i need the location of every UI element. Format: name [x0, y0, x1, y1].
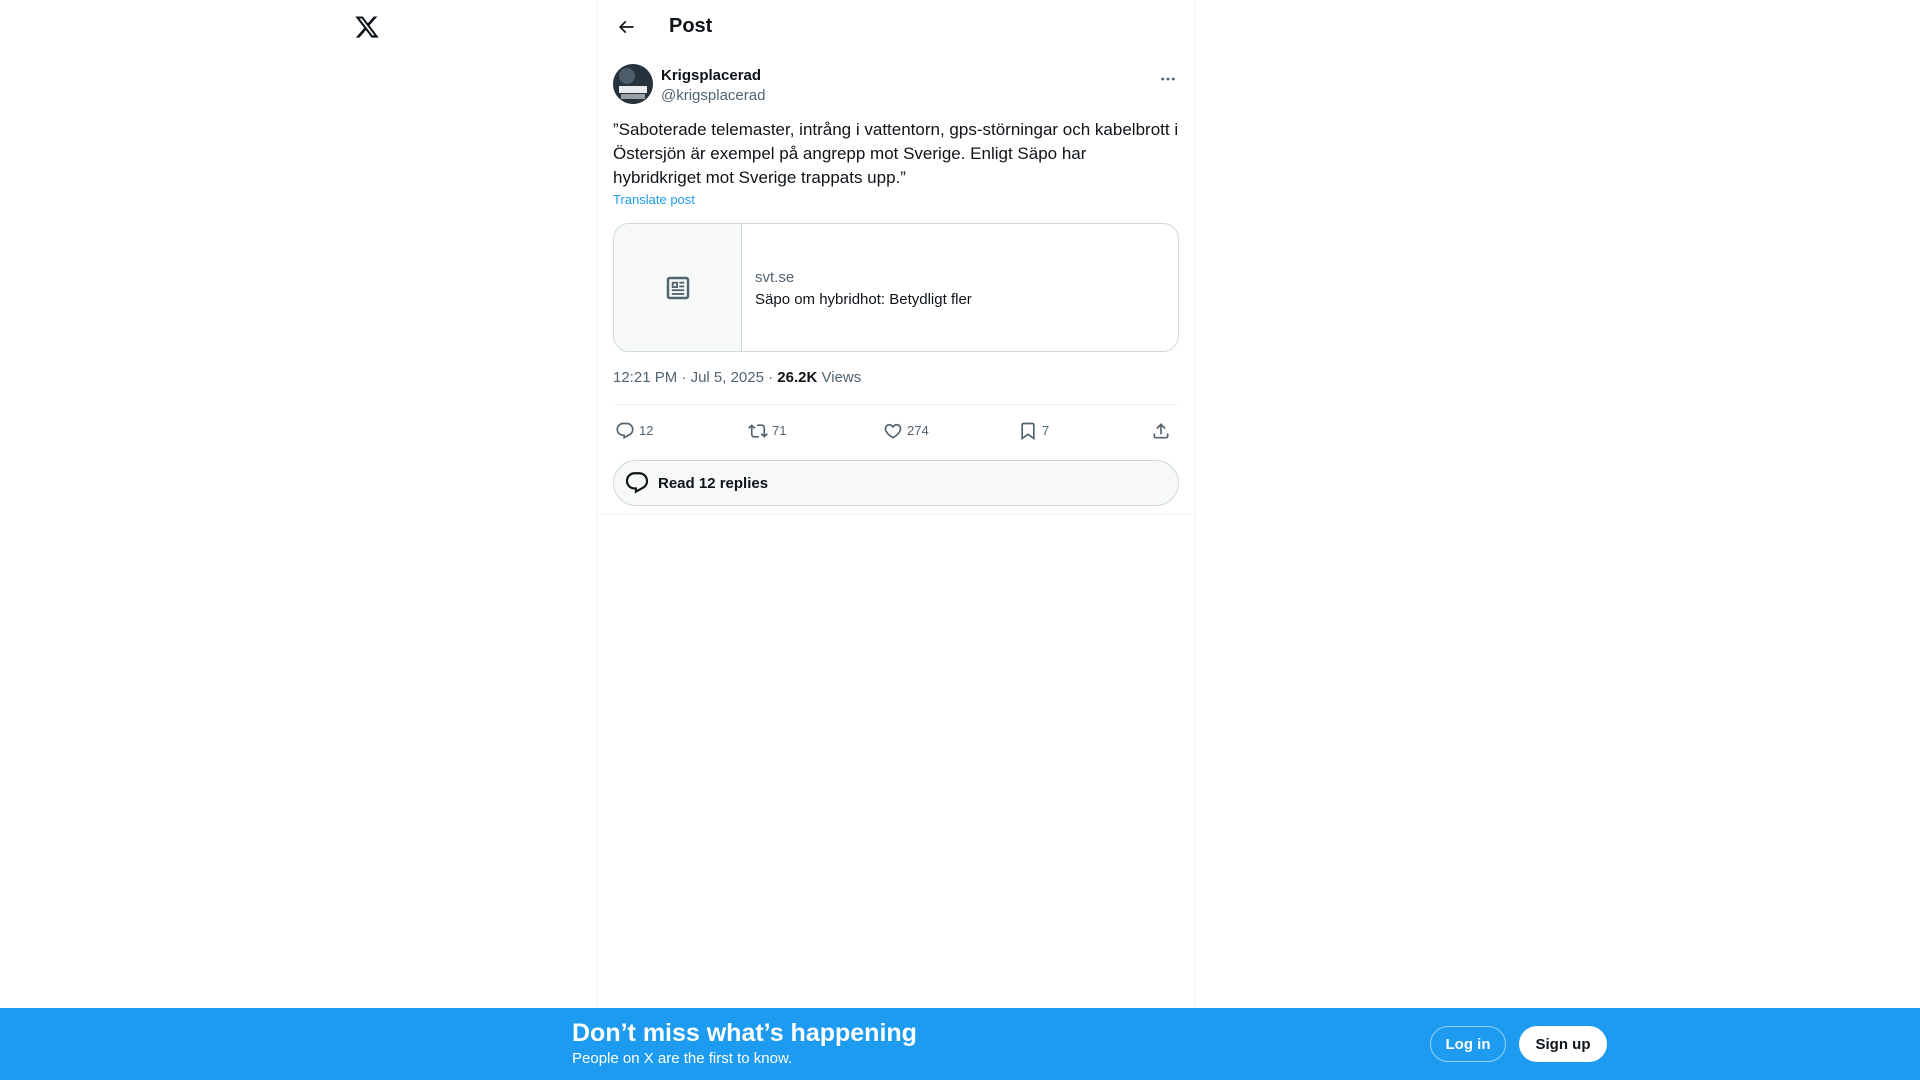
post-date[interactable]: Jul 5, 2025 [691, 369, 764, 386]
page-title: Post [669, 15, 713, 37]
like-button[interactable]: 274 [883, 416, 929, 446]
repost-button[interactable]: 71 [748, 416, 786, 446]
card-domain: svt.se [755, 269, 795, 286]
signup-button[interactable]: Sign up [1519, 1026, 1607, 1062]
replies-bubble-icon [625, 472, 649, 494]
more-horizontal-icon[interactable] [1157, 68, 1179, 90]
signup-banner: Don’t miss what’s happening People on X … [0, 1008, 1920, 1080]
heart-icon [884, 423, 902, 439]
share-button[interactable] [1151, 416, 1171, 446]
post-actions: 12 71 274 7 [613, 416, 1179, 446]
read-replies-button[interactable]: Read 12 replies [613, 460, 1179, 506]
read-replies-label: Read 12 replies [658, 474, 769, 492]
views-label: Views [821, 369, 862, 386]
newspaper-icon [666, 276, 689, 299]
arrow-left-icon[interactable] [611, 12, 641, 42]
page-header: Post [597, 0, 1195, 53]
reply-button[interactable]: 12 [615, 416, 653, 446]
x-logo-icon[interactable] [354, 14, 380, 40]
views-count: 26.2K [777, 369, 818, 386]
meta-separator: · [768, 369, 774, 386]
divider [597, 514, 1195, 515]
banner-subtitle: People on X are the first to know. [572, 1050, 793, 1067]
meta-separator: · [681, 369, 687, 386]
post-text: ”Saboterade telemaster, intrång i vatten… [613, 120, 1179, 187]
repost-count: 71 [772, 423, 787, 438]
login-button[interactable]: Log in [1430, 1026, 1506, 1062]
translate-post-link[interactable]: Translate post [613, 192, 695, 208]
bookmark-button[interactable]: 7 [1018, 416, 1049, 446]
reply-icon [616, 422, 634, 440]
share-icon [1153, 423, 1169, 439]
post-time[interactable]: 12:21 PM [613, 369, 677, 386]
author-name[interactable]: Krigsplacerad [661, 66, 761, 85]
banner-title: Don’t miss what’s happening [572, 1019, 917, 1047]
bookmark-icon [1021, 422, 1035, 441]
card-title: Säpo om hybridhot: Betydligt fler [755, 291, 972, 308]
link-card[interactable]: svt.se Säpo om hybridhot: Betydligt fler [613, 223, 1179, 352]
author-handle[interactable]: @krigsplacerad [661, 86, 765, 105]
bookmark-count: 7 [1042, 423, 1050, 438]
card-thumbnail [614, 224, 742, 351]
avatar[interactable] [613, 64, 653, 104]
post-meta: 12:21 PM · Jul 5, 2025 · 26.2K Views [613, 368, 861, 388]
reply-count: 12 [639, 423, 654, 438]
main-column: Post Krigsplacerad @krigsplacerad ”Sabot… [596, 0, 1196, 1008]
repost-icon [748, 424, 768, 438]
like-count: 274 [907, 423, 929, 438]
divider [613, 404, 1179, 405]
